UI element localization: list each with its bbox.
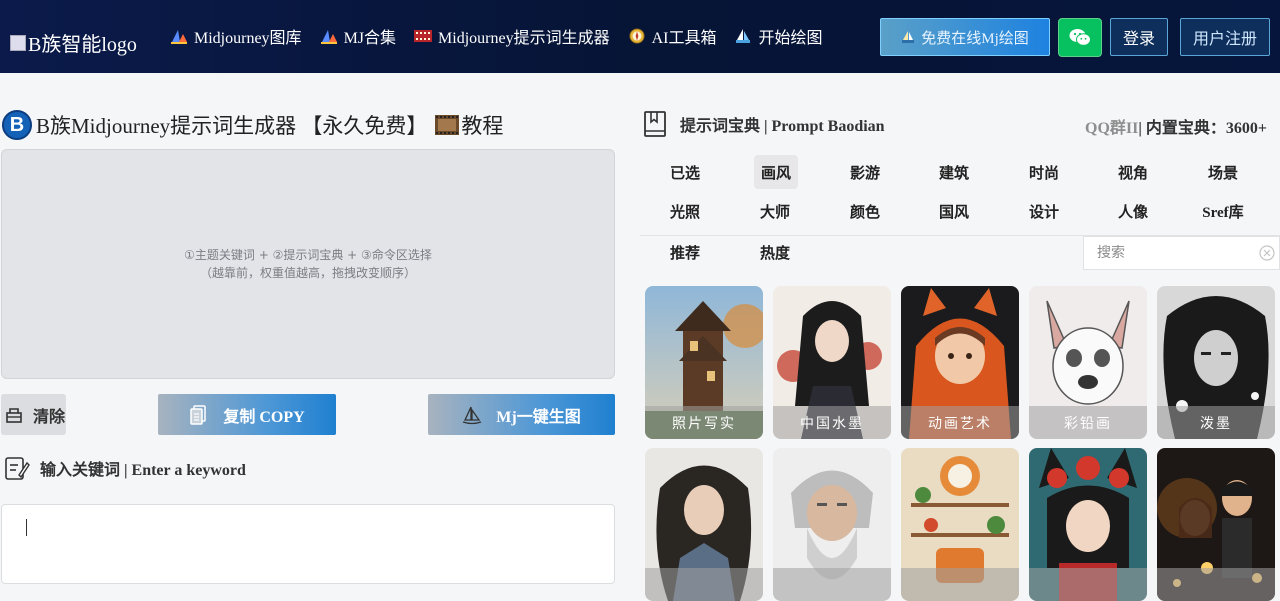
nav-item-ai-toolbox[interactable]: AI工具箱	[628, 24, 717, 48]
film-strip-icon	[435, 115, 460, 135]
site-logo[interactable]: B族智能logo	[10, 28, 137, 57]
tab-chinese-style[interactable]: 国风	[932, 194, 976, 228]
tab-scene[interactable]: 场景	[1201, 155, 1245, 189]
style-card-photo-realistic[interactable]: 照片写实	[645, 286, 763, 439]
nav-item-start-drawing[interactable]: 开始绘图	[734, 24, 823, 48]
mj-generate-button[interactable]: Mj一键生图	[428, 394, 615, 435]
register-button[interactable]: 用户注册	[1180, 18, 1270, 56]
b-logo-icon: B	[2, 110, 32, 140]
top-navbar: B族智能logo Midjourney图库 MJ合集 Midjourney提示词…	[0, 0, 1280, 73]
keyword-input[interactable]	[1, 504, 615, 584]
nav-label: 开始绘图	[758, 30, 823, 47]
tab-lighting[interactable]: 光照	[663, 194, 707, 228]
style-card-splash-ink[interactable]: 泼墨	[1157, 286, 1275, 439]
tutorial-link[interactable]: 教程	[461, 110, 503, 140]
tab-view-angle[interactable]: 视角	[1111, 155, 1155, 189]
copy-button[interactable]: 复制 COPY	[158, 394, 336, 435]
login-button[interactable]: 登录	[1110, 18, 1168, 56]
tab-popular[interactable]: 热度	[753, 235, 797, 269]
clear-label: 清除	[33, 408, 66, 426]
keyword-heading: 输入关键词 | Enter a keyword	[4, 455, 246, 481]
broken-image-icon	[10, 34, 26, 51]
card-label: 彩铅画	[1029, 406, 1147, 439]
card-label: 泼墨	[1157, 406, 1275, 439]
mj-sail-icon	[171, 30, 187, 44]
nav-label: Midjourney图库	[194, 30, 302, 47]
clear-search-icon[interactable]	[1259, 245, 1275, 261]
drop-hint-line-2: （越靠前，权重值越高，拖拽改变顺序）	[199, 266, 416, 280]
tab-selected[interactable]: 已选	[663, 155, 707, 189]
card-label: 动画艺术	[901, 406, 1019, 439]
tab-architecture[interactable]: 建筑	[932, 155, 976, 189]
prompt-dictionary-title: 提示词宝典 | Prompt Baodian	[680, 118, 885, 135]
nav-label: AI工具箱	[651, 30, 717, 47]
qq-group-info: QQ群II| 内置宝典：3600+	[1085, 114, 1267, 138]
style-card-animation[interactable]: 动画艺术	[901, 286, 1019, 439]
nav-label: MJ合集	[343, 30, 397, 47]
mj-sail-icon	[320, 30, 337, 44]
style-card-colored-pencil[interactable]: 彩铅画	[1029, 286, 1147, 439]
sailboat-icon	[463, 406, 482, 424]
drop-hint-line-1: ①主题关键词 + ②提示词宝典 + ③命令区选择	[184, 248, 432, 262]
tab-design[interactable]: 设计	[1022, 194, 1066, 228]
free-online-mj-button[interactable]: 免费在线Mj绘图	[880, 18, 1050, 56]
nav-item-prompt-generator[interactable]: Midjourney提示词生成器	[414, 24, 610, 48]
qq-group-link[interactable]: QQ群II	[1085, 120, 1138, 137]
style-card[interactable]	[1157, 448, 1275, 601]
page-title: B B族Midjourney提示词生成器 【永久免费】 教程	[2, 110, 503, 140]
nav-item-collection[interactable]: MJ合集	[320, 24, 396, 48]
film-icon	[414, 30, 433, 42]
wechat-icon	[1069, 29, 1091, 46]
tab-recommended[interactable]: 推荐	[663, 235, 707, 269]
copy-label: 复制 COPY	[223, 408, 305, 426]
prompt-drop-area[interactable]: ①主题关键词 + ②提示词宝典 + ③命令区选择 （越靠前，权重值越高，拖拽改变…	[1, 149, 615, 379]
copy-icon	[190, 404, 207, 425]
style-card[interactable]	[773, 448, 891, 601]
clear-button[interactable]: 清除	[1, 394, 66, 435]
search-box	[1083, 236, 1280, 270]
style-card-chinese-ink[interactable]: 中国水墨	[773, 286, 891, 439]
card-label: 中国水墨	[773, 406, 891, 439]
style-card[interactable]	[901, 448, 1019, 601]
eraser-icon	[6, 407, 22, 423]
tab-masters[interactable]: 大师	[753, 194, 797, 228]
tab-art-style[interactable]: 画风	[754, 155, 798, 189]
sailboat-icon	[902, 31, 915, 43]
mj-generate-label: Mj一键生图	[496, 408, 581, 426]
text-caret	[26, 519, 27, 536]
sailboat-icon	[736, 29, 751, 43]
builtin-count: | 内置宝典：3600+	[1138, 120, 1268, 137]
edit-note-icon	[5, 457, 30, 480]
style-card[interactable]	[645, 448, 763, 601]
search-input[interactable]	[1084, 237, 1234, 269]
card-label: 照片写实	[645, 406, 763, 439]
free-online-label: 免费在线Mj绘图	[921, 30, 1029, 47]
tab-fashion[interactable]: 时尚	[1022, 155, 1066, 189]
tab-sref-library[interactable]: Sref库	[1193, 194, 1253, 228]
nav-label: Midjourney提示词生成器	[438, 30, 610, 47]
nav-item-gallery[interactable]: Midjourney图库	[170, 24, 302, 48]
tab-color[interactable]: 颜色	[843, 194, 887, 228]
main-nav: Midjourney图库 MJ合集 Midjourney提示词生成器 AI工具箱…	[170, 24, 841, 48]
logo-alt-text: B族智能logo	[28, 34, 137, 56]
prompt-dictionary-heading: 提示词宝典 | Prompt Baodian	[643, 110, 885, 138]
tab-portrait[interactable]: 人像	[1111, 194, 1155, 228]
wechat-button[interactable]	[1058, 18, 1102, 57]
tab-film-game[interactable]: 影游	[843, 155, 887, 189]
compass-icon	[629, 28, 645, 44]
page-title-text: B族Midjourney提示词生成器 【永久免费】	[36, 114, 428, 138]
bookmark-book-icon	[644, 111, 666, 137]
keyword-heading-text: 输入关键词 | Enter a keyword	[40, 462, 246, 479]
style-card[interactable]	[1029, 448, 1147, 601]
